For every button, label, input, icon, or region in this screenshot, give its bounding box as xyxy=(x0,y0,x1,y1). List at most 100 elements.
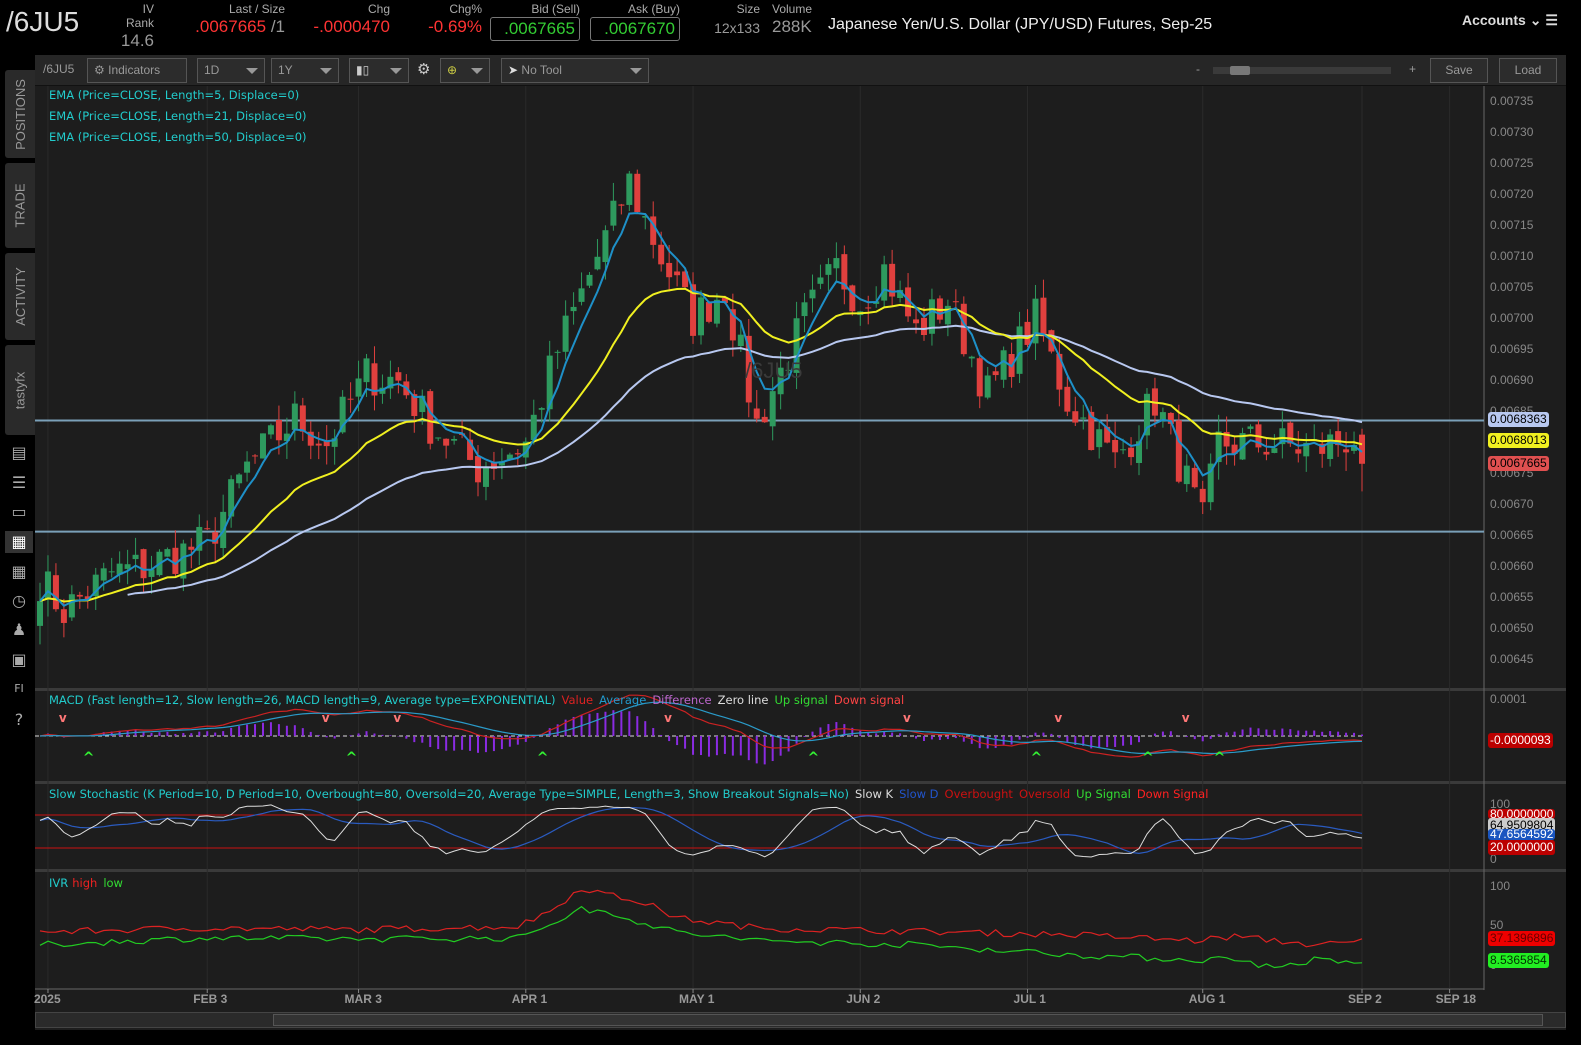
candle-up xyxy=(1016,326,1023,374)
macd-up-signal-icon: ^ xyxy=(346,750,358,766)
candle-down xyxy=(1128,447,1135,458)
candle-down xyxy=(315,443,322,446)
price-tick-label: 0.00660 xyxy=(1490,559,1534,573)
candle-up xyxy=(594,256,601,270)
badge-ema50: 0.0068363 xyxy=(1488,412,1549,427)
candle-down xyxy=(395,372,402,381)
macd-average-label: Average xyxy=(599,693,647,707)
candle-up xyxy=(578,288,585,302)
legend-ema21[interactable]: EMA (Price=CLOSE, Length=21, Displace=0) xyxy=(49,109,307,123)
candle-up xyxy=(602,230,609,263)
macd-up-signal-icon: ^ xyxy=(1030,750,1042,766)
macd-up-signal-icon: ^ xyxy=(1214,750,1226,766)
scrollbar-thumb[interactable] xyxy=(273,1014,1543,1026)
candle-down xyxy=(514,453,521,455)
legend-ema50[interactable]: EMA (Price=CLOSE, Length=50, Displace=0) xyxy=(49,130,307,144)
candle-up xyxy=(1080,417,1087,419)
macd-up-signal-icon: ^ xyxy=(83,750,95,766)
badge-ivr-high: 37.1396896 xyxy=(1488,931,1556,946)
candle-up xyxy=(769,391,776,427)
candle-down xyxy=(443,438,450,446)
candle-down xyxy=(140,549,147,579)
macd-up-signal-icon: ^ xyxy=(807,750,819,766)
candle-down xyxy=(1287,422,1294,444)
price-panel xyxy=(35,86,1484,688)
stoch-ob-label: Overbought xyxy=(944,787,1013,801)
macd-zero-label: Zero line xyxy=(717,693,769,707)
price-tick-label: 0.00735 xyxy=(1490,94,1534,108)
candle-down xyxy=(992,371,999,376)
time-tick-label: FEB 3 xyxy=(193,992,228,1006)
candle-up xyxy=(586,274,593,286)
candle-down xyxy=(952,301,959,303)
watermark: /6JU5 xyxy=(745,358,803,383)
candle-up xyxy=(809,289,816,299)
candle-down xyxy=(1024,321,1031,345)
candle-down xyxy=(865,307,872,309)
time-tick-label: SEP 2 xyxy=(1348,992,1382,1006)
legend-ema5[interactable]: EMA (Price=CLOSE, Length=5, Displace=0) xyxy=(49,88,299,102)
candle-down xyxy=(1343,449,1350,453)
candle-up xyxy=(363,358,370,383)
legend-macd[interactable]: MACD (Fast length=12, Slow length=26, MA… xyxy=(49,693,904,707)
candle-up xyxy=(68,594,75,618)
price-tick-label: 0.00730 xyxy=(1490,125,1534,139)
candle-up xyxy=(713,299,720,324)
price-tick-label: 0.00650 xyxy=(1490,621,1534,635)
candle-down xyxy=(76,594,83,597)
candle-down xyxy=(753,408,760,419)
time-tick-label: JUL 1 xyxy=(1013,992,1046,1006)
price-tick-label: 0.00655 xyxy=(1490,590,1534,604)
macd-down-signal-icon: v xyxy=(59,711,67,725)
badge-stoch-d: 47.6564592 xyxy=(1488,829,1556,840)
stoch-up-label: Up Signal xyxy=(1076,787,1131,801)
candle-up xyxy=(570,306,577,312)
price-tick-label: 0.00700 xyxy=(1490,311,1534,325)
candle-down xyxy=(1112,439,1119,453)
panel-divider xyxy=(35,688,1566,691)
macd-down-signal-icon: v xyxy=(1182,711,1190,725)
ivr-tick-label: 50 xyxy=(1490,918,1504,932)
macd-up-signal-icon: ^ xyxy=(537,750,549,766)
macd-down-label: Down signal xyxy=(833,693,905,707)
stoch-d-label: Slow D xyxy=(899,787,939,801)
legend-ivr[interactable]: IVR high low xyxy=(49,876,123,890)
macd-up-signal-icon: ^ xyxy=(1142,750,1154,766)
badge-macd: -0.0000093 xyxy=(1488,733,1553,748)
macd-value-label: Value xyxy=(561,693,594,707)
candle-down xyxy=(913,319,920,324)
candle-up xyxy=(698,297,704,336)
candle-up xyxy=(817,277,824,284)
candle-up xyxy=(610,200,617,226)
candle-down xyxy=(849,285,856,312)
candle-down xyxy=(275,420,282,441)
time-tick-label: 2025 xyxy=(33,992,61,1006)
price-tick-label: 0.00725 xyxy=(1490,156,1534,170)
candle-down xyxy=(252,455,259,457)
candle-up xyxy=(968,356,975,359)
macd-up-label: Up signal xyxy=(774,693,828,707)
candle-down xyxy=(475,456,482,483)
candle-up xyxy=(37,601,43,626)
horizontal-scrollbar[interactable] xyxy=(35,1012,1566,1028)
candle-up xyxy=(108,571,115,573)
candle-up xyxy=(825,264,832,275)
candle-down xyxy=(299,405,306,432)
price-tick-label: 0.00710 xyxy=(1490,249,1534,263)
ivr-high-label: high xyxy=(72,876,98,890)
candle-up xyxy=(1247,426,1254,429)
candle-up xyxy=(124,564,131,569)
panel-divider xyxy=(35,781,1566,784)
chart-canvas[interactable]: v ^ v ^ v ^ v ^ v ^ v ^ v ^ xyxy=(0,0,1581,1045)
candle-down xyxy=(347,398,354,400)
macd-title: MACD (Fast length=12, Slow length=26, MA… xyxy=(49,693,556,707)
candle-down xyxy=(705,302,712,322)
candle-up xyxy=(984,375,991,398)
price-tick-label: 0.00705 xyxy=(1490,280,1534,294)
candle-up xyxy=(259,433,266,459)
legend-stochastic[interactable]: Slow Stochastic (K Period=10, D Period=1… xyxy=(49,787,1208,801)
candle-down xyxy=(52,575,59,610)
candle-up xyxy=(132,554,139,560)
badge-ema21: 0.0068013 xyxy=(1488,433,1549,448)
candle-down xyxy=(658,244,665,265)
